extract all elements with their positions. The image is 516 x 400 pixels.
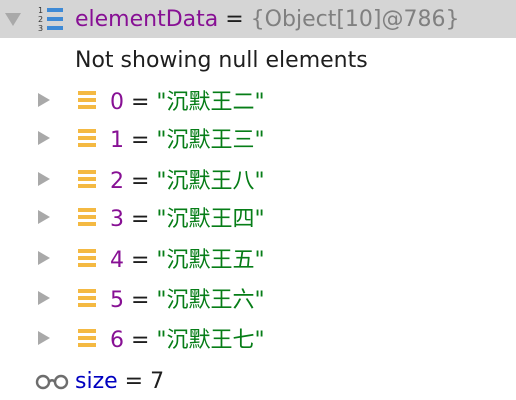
numbered-list-icon: 1 2 3	[38, 6, 63, 33]
collapsed-arrow-icon[interactable]	[38, 291, 50, 305]
array-element-icon	[78, 129, 96, 147]
item-index: 6	[110, 328, 124, 353]
item-equals: =	[124, 328, 157, 353]
root-name: elementData	[75, 6, 219, 32]
tree-row-null-note: Not showing null elements	[0, 41, 516, 79]
svg-text:3: 3	[38, 24, 43, 33]
size-equals: =	[117, 368, 151, 394]
item-index: 5	[110, 288, 124, 313]
collapsed-arrow-icon[interactable]	[38, 131, 50, 145]
tree-row-size[interactable]: size = 7	[0, 362, 516, 400]
expanded-arrow-icon[interactable]	[5, 13, 21, 26]
item-index: 1	[110, 128, 124, 153]
item-value: "沉默王二"	[156, 90, 265, 115]
svg-text:2: 2	[38, 15, 43, 24]
item-value: "沉默王六"	[156, 288, 265, 313]
item-value: "沉默王八"	[156, 169, 265, 194]
tree-row-item-4[interactable]: 4 = "沉默王五"	[0, 239, 516, 277]
root-value: {Object[10]@786}	[250, 6, 460, 32]
item-equals: =	[124, 90, 157, 115]
item-index: 2	[110, 169, 124, 194]
item-equals: =	[124, 288, 157, 313]
array-element-icon	[78, 329, 96, 347]
variable-name-root: elementData = {Object[10]@786}	[75, 7, 459, 32]
array-element-icon	[78, 289, 96, 307]
collapsed-arrow-icon[interactable]	[38, 172, 50, 186]
null-elements-note: Not showing null elements	[75, 47, 368, 73]
item-entry: 2 = "沉默王八"	[110, 163, 265, 195]
size-entry: size = 7	[75, 369, 164, 394]
root-equals: =	[218, 6, 251, 32]
item-value: "沉默王五"	[156, 248, 265, 273]
item-entry: 5 = "沉默王六"	[110, 282, 265, 314]
item-equals: =	[124, 169, 157, 194]
item-value: "沉默王七"	[156, 328, 265, 353]
item-value: "沉默王四"	[156, 207, 265, 232]
item-equals: =	[124, 207, 157, 232]
array-element-icon	[78, 208, 96, 226]
item-value: "沉默王三"	[156, 128, 265, 153]
collapsed-arrow-icon[interactable]	[38, 93, 50, 107]
collapsed-arrow-icon[interactable]	[38, 331, 50, 345]
collapsed-arrow-icon[interactable]	[38, 251, 50, 265]
collapsed-arrow-icon[interactable]	[38, 210, 50, 224]
item-entry: 0 = "沉默王二"	[110, 84, 265, 116]
tree-row-item-5[interactable]: 5 = "沉默王六"	[0, 279, 516, 317]
array-element-icon	[78, 249, 96, 267]
tree-row-item-6[interactable]: 6 = "沉默王七"	[0, 319, 516, 357]
item-entry: 3 = "沉默王四"	[110, 201, 265, 233]
item-index: 4	[110, 248, 124, 273]
array-element-icon	[78, 91, 96, 109]
item-entry: 1 = "沉默王三"	[110, 122, 265, 154]
item-entry: 4 = "沉默王五"	[110, 242, 265, 274]
item-index: 0	[110, 90, 124, 115]
size-value: 7	[150, 368, 165, 394]
tree-row-elementdata[interactable]: 1 2 3 elementData = {Object[10]@786}	[0, 0, 516, 38]
item-entry: 6 = "沉默王七"	[110, 322, 265, 354]
size-name: size	[75, 368, 118, 394]
svg-text:1: 1	[38, 6, 43, 15]
debugger-variables-tree: 1 2 3 elementData = {Object[10]@786} Not…	[0, 0, 516, 400]
tree-row-item-0[interactable]: 0 = "沉默王二"	[0, 81, 516, 119]
array-element-icon	[78, 170, 96, 188]
item-equals: =	[124, 128, 157, 153]
item-index: 3	[110, 207, 124, 232]
tree-row-item-1[interactable]: 1 = "沉默王三"	[0, 119, 516, 157]
tree-row-item-3[interactable]: 3 = "沉默王四"	[0, 198, 516, 236]
tree-row-item-2[interactable]: 2 = "沉默王八"	[0, 160, 516, 198]
watch-glasses-icon	[35, 374, 69, 390]
item-equals: =	[124, 248, 157, 273]
